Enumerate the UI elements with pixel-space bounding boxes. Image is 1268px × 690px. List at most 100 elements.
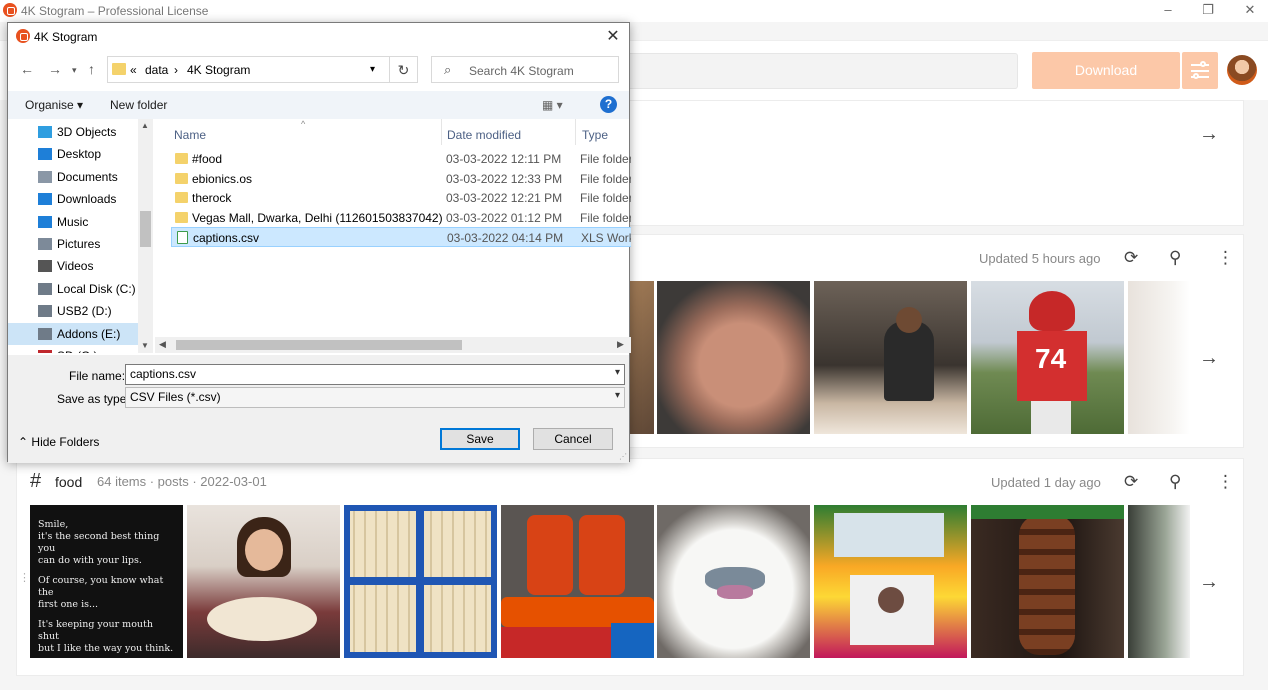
- post-thumbnail[interactable]: [657, 281, 810, 434]
- address-dropdown-chevron-icon[interactable]: ▾: [370, 64, 375, 75]
- scroll-right-icon[interactable]: ▶: [617, 339, 624, 350]
- post-thumbnail[interactable]: Smile, it's the second best thing you ca…: [30, 505, 183, 658]
- scroll-left-icon[interactable]: ◀: [159, 339, 166, 350]
- address-bar[interactable]: « data › 4K Stogram ▾: [107, 56, 390, 83]
- breadcrumb-4k-stogram[interactable]: 4K Stogram: [187, 63, 250, 77]
- hide-folders-label: Hide Folders: [31, 435, 100, 449]
- pin-icon[interactable]: ⚲: [1169, 472, 1181, 492]
- nav-scrollbar[interactable]: ▲ ▼: [138, 119, 153, 353]
- cancel-button[interactable]: Cancel: [533, 428, 613, 450]
- save-button[interactable]: Save: [440, 428, 520, 450]
- post-thumbnail[interactable]: [971, 505, 1124, 658]
- dialog-close-button[interactable]: ✕: [603, 26, 623, 46]
- post-thumbnail[interactable]: [814, 281, 967, 434]
- column-type[interactable]: Type: [582, 128, 608, 142]
- post-thumbnail[interactable]: [187, 505, 340, 658]
- more-options-icon[interactable]: ⋮: [1217, 472, 1234, 492]
- horizontal-scrollbar[interactable]: ◀ ▶: [155, 337, 631, 353]
- forward-arrow-icon[interactable]: →: [48, 61, 62, 77]
- new-folder-button[interactable]: New folder: [110, 98, 167, 112]
- search-placeholder: Search 4K Stogram: [469, 64, 574, 78]
- close-button[interactable]: ✕: [1240, 2, 1260, 18]
- post-thumbnail[interactable]: [657, 505, 810, 658]
- app-logo-icon: [16, 29, 30, 43]
- breadcrumb-data[interactable]: data: [145, 63, 168, 77]
- post-thumbnail[interactable]: 74: [971, 281, 1124, 434]
- post-thumbnail[interactable]: [1128, 281, 1190, 434]
- file-row[interactable]: ebionics.os 03-03-2022 12:33 PM File folde…: [171, 169, 631, 189]
- sort-indicator-icon: ^: [301, 119, 306, 129]
- more-options-icon[interactable]: ⋮: [1217, 248, 1234, 268]
- nav-item[interactable]: Local Disk (C:): [8, 278, 138, 300]
- scrollbar-thumb[interactable]: [176, 340, 462, 350]
- 3d-objects-icon: [38, 126, 52, 138]
- chevron-down-icon[interactable]: ▾: [615, 390, 620, 401]
- post-thumbnail[interactable]: [1128, 505, 1190, 658]
- minimize-button[interactable]: –: [1158, 2, 1178, 17]
- up-arrow-icon[interactable]: ↑: [88, 61, 95, 77]
- nav-item[interactable]: Downloads: [8, 188, 138, 210]
- file-name-input[interactable]: captions.csv ▾: [125, 364, 625, 385]
- filter-settings-button[interactable]: [1182, 52, 1218, 89]
- file-row[interactable]: Vegas Mall, Dwarka, Delhi (1126015038370…: [171, 208, 631, 228]
- scroll-down-icon[interactable]: ▼: [141, 341, 149, 350]
- post-thumbnail[interactable]: [344, 505, 497, 658]
- post-thumbnail[interactable]: [630, 281, 654, 434]
- help-icon[interactable]: ?: [600, 96, 617, 113]
- nav-item-label: Desktop: [57, 147, 102, 162]
- nav-item[interactable]: Documents: [8, 166, 138, 188]
- open-arrow-icon[interactable]: →: [1199, 123, 1219, 146]
- post-thumbnail[interactable]: [501, 505, 654, 658]
- nav-item[interactable]: Addons (E:): [8, 322, 138, 345]
- refresh-icon[interactable]: ⟳: [1124, 472, 1138, 492]
- file-date: 03-03-2022 01:12 PM: [446, 210, 563, 225]
- file-row[interactable]: captions.csv 03-03-2022 04:14 PM XLS Works: [171, 227, 631, 248]
- refresh-icon[interactable]: ⟳: [1124, 248, 1138, 268]
- dialog-titlebar: 4K Stogram ✕: [8, 23, 629, 51]
- open-arrow-icon[interactable]: →: [1199, 347, 1219, 370]
- dialog-search-input[interactable]: ⌕ Search 4K Stogram: [431, 56, 619, 83]
- recent-locations-chevron-icon[interactable]: ▾: [72, 65, 77, 76]
- save-form: File name: captions.csv ▾ Save as type: …: [8, 355, 629, 463]
- file-name-label: File name:: [69, 369, 126, 383]
- user-avatar[interactable]: [1227, 55, 1257, 85]
- url-input[interactable]: [620, 53, 1018, 89]
- back-arrow-icon[interactable]: ←: [20, 61, 34, 77]
- save-as-dialog: 4K Stogram ✕ ← → ▾ ↑ « data › 4K Stogram…: [7, 22, 631, 463]
- save-as-type-select[interactable]: CSV Files (*.csv) ▾: [125, 387, 625, 408]
- column-date-modified[interactable]: Date modified: [447, 128, 521, 142]
- refresh-button[interactable]: ↻: [390, 56, 418, 83]
- download-button[interactable]: Download: [1032, 52, 1180, 89]
- open-arrow-icon[interactable]: →: [1199, 571, 1219, 594]
- documents-icon: [38, 170, 52, 183]
- chevron-down-icon[interactable]: ▾: [615, 367, 620, 378]
- scroll-up-icon[interactable]: ▲: [141, 121, 149, 130]
- post-thumbnail[interactable]: [814, 505, 967, 658]
- nav-item[interactable]: SD (G:): [8, 345, 138, 353]
- file-row[interactable]: #food 03-03-2022 12:11 PM File folder: [171, 149, 631, 169]
- nav-item[interactable]: 3D Objects: [8, 121, 138, 143]
- file-type: File folder: [580, 210, 631, 225]
- file-row[interactable]: therock 03-03-2022 12:21 PM File folder: [171, 188, 631, 208]
- file-date: 03-03-2022 12:21 PM: [446, 191, 563, 206]
- videos-icon: [38, 260, 52, 273]
- updated-status: Updated 1 day ago: [991, 475, 1101, 490]
- nav-item[interactable]: Music: [8, 211, 138, 233]
- hide-folders-toggle[interactable]: ⌃ Hide Folders: [18, 435, 99, 449]
- nav-item[interactable]: Pictures: [8, 233, 138, 255]
- nav-item[interactable]: USB2 (D:): [8, 300, 138, 322]
- restore-button[interactable]: ❐: [1198, 2, 1218, 18]
- column-name[interactable]: Name: [174, 128, 206, 142]
- navigation-pane: 3D Objects Desktop Documents Downloads Music…: [8, 119, 153, 353]
- pin-icon[interactable]: ⚲: [1169, 248, 1181, 268]
- resize-grip-icon[interactable]: ⋰: [619, 452, 627, 461]
- folder-icon: [175, 153, 188, 164]
- breadcrumb-overflow[interactable]: «: [130, 63, 137, 77]
- scrollbar-thumb[interactable]: [140, 211, 151, 247]
- nav-item[interactable]: Desktop: [8, 143, 138, 165]
- file-type: File folder: [580, 171, 631, 186]
- nav-item[interactable]: Videos: [8, 255, 138, 277]
- organise-menu[interactable]: Organise ▾: [25, 98, 83, 112]
- nav-item-label: Local Disk (C:): [57, 281, 136, 296]
- view-options-icon[interactable]: ▦ ▾: [542, 98, 563, 112]
